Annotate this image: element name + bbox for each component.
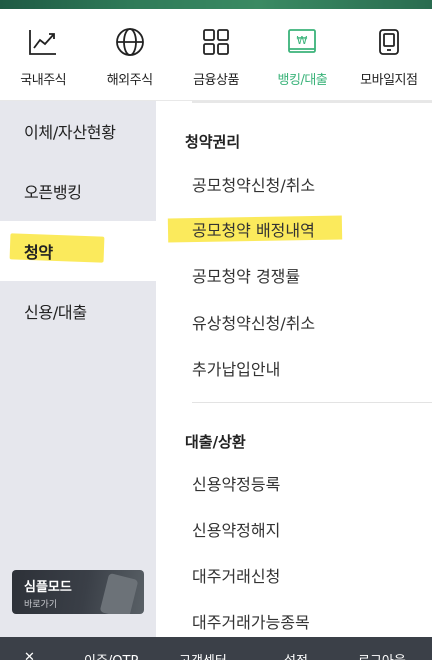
menu-item-ipo-apply-cancel[interactable]: 공모청약신청/취소 [192, 172, 315, 196]
chart-line-icon [28, 27, 58, 57]
category-banking-loan[interactable]: ₩ 뱅킹/대출 [259, 9, 345, 100]
menu-item-short-loan-stocks[interactable]: 대주거래가능종목 [192, 609, 310, 633]
svg-text:₩: ₩ [297, 34, 308, 47]
close-icon[interactable]: ✕ [24, 637, 84, 660]
category-domestic-stock[interactable]: 국내주식 [0, 9, 86, 100]
menu-item-credit-agreement-cancel[interactable]: 신용약정해지 [192, 517, 280, 541]
bottom-item-customer-center[interactable]: 고객센터 [179, 637, 284, 660]
menu-item-rights-apply-cancel[interactable]: 유상청약신청/취소 [192, 310, 315, 334]
sidebar-item-credit-loan[interactable]: 신용/대출 [0, 281, 156, 341]
menu-item-additional-payment[interactable]: 추가납입안내 [192, 356, 280, 380]
section-title: 청약권리 [185, 133, 241, 151]
submenu-panel: 청약권리 공모청약신청/취소 공모청약 배정내역 공모청약 경쟁률 유상청약신청… [156, 101, 432, 637]
divider [192, 101, 432, 103]
section-title: 대출/상환 [185, 433, 246, 451]
category-overseas-stock[interactable]: 해외주식 [86, 9, 172, 100]
globe-icon [115, 27, 145, 57]
menu-item-ipo-allocation[interactable]: 공모청약 배정내역 [192, 217, 315, 241]
sidebar: 이체/자산현황 오픈뱅킹 청약 신용/대출 [0, 101, 156, 637]
sidebar-item-subscription[interactable]: 청약 [0, 221, 156, 281]
sidebar-item-open-banking[interactable]: 오픈뱅킹 [0, 161, 156, 221]
won-card-icon: ₩ [287, 27, 317, 57]
menu-item-ipo-competition[interactable]: 공모청약 경쟁률 [192, 263, 300, 287]
category-mobile-branch[interactable]: 모바일지점 [346, 9, 432, 100]
simple-mode-button[interactable]: 심플모드 바로가기 [12, 570, 144, 614]
sidebar-item-label: 오픈뱅킹 [24, 183, 82, 202]
sidebar-item-label: 이체/자산현황 [24, 123, 116, 142]
bottom-item-logout[interactable]: 로그아웃 [358, 637, 428, 660]
bottom-item-settings[interactable]: 설정 [284, 637, 358, 660]
divider [192, 402, 432, 403]
menu-item-credit-agreement-register[interactable]: 신용약정등록 [192, 471, 280, 495]
category-label: 뱅킹/대출 [277, 73, 328, 88]
bottom-item-auth[interactable]: 이주/OTP [84, 637, 179, 660]
category-financial-products[interactable]: 금융상품 [173, 9, 259, 100]
category-label: 해외주식 [106, 73, 153, 88]
category-bar: 국내주식 해외주식 금융상품 ₩ 뱅킹/대출 모바일지점 [0, 9, 432, 101]
sidebar-item-transfer-assets[interactable]: 이체/자산현황 [0, 101, 156, 161]
sidebar-item-label: 신용/대출 [24, 303, 87, 322]
top-banner-strip [0, 0, 432, 9]
menu-item-short-loan-apply[interactable]: 대주거래신청 [192, 563, 280, 587]
category-label: 금융상품 [193, 73, 239, 88]
category-label: 국내주식 [20, 73, 67, 88]
sidebar-item-label: 청약 [24, 243, 53, 262]
bottom-bar: ✕ 이주/OTP 고객센터 설정 로그아웃 [0, 637, 432, 660]
category-label: 모바일지점 [360, 73, 418, 88]
mobile-icon [374, 27, 404, 57]
grid-icon [201, 27, 231, 57]
